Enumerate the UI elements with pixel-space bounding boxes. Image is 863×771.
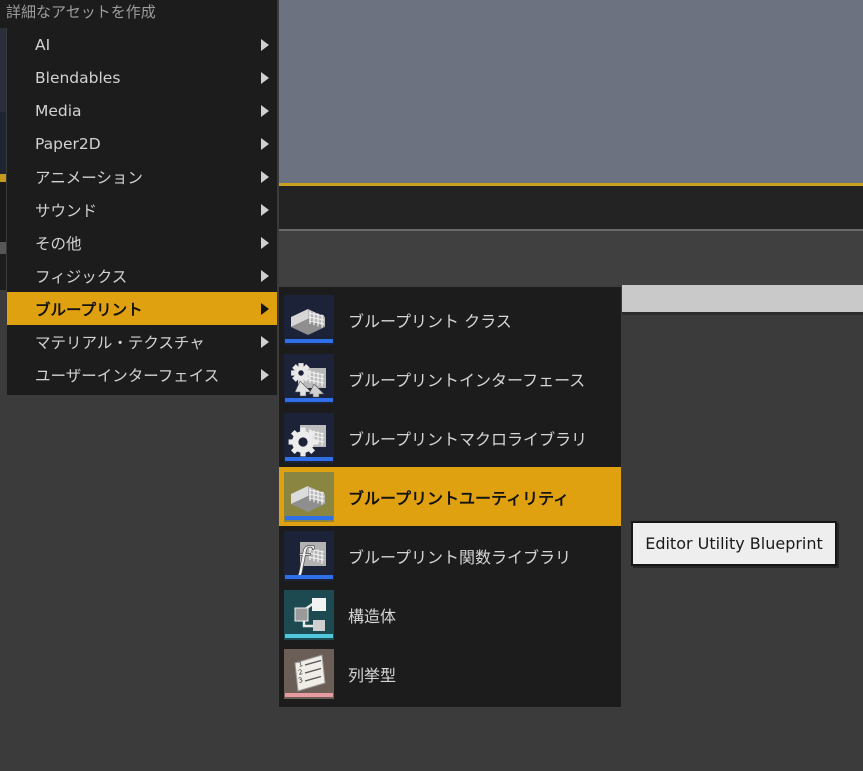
menu-item-9[interactable]: ブループリント — [7, 292, 277, 325]
chevron-right-icon — [261, 269, 269, 282]
submenu-item-2[interactable]: ブループリントインターフェース — [279, 349, 621, 408]
menu-item-1[interactable]: AI — [7, 28, 277, 61]
highlighted-list-row-shadow — [622, 312, 863, 315]
submenu-item-label: ブループリントマクロライブラリ — [348, 429, 588, 449]
chevron-right-icon — [261, 335, 269, 348]
tooltip: Editor Utility Blueprint — [631, 521, 837, 566]
blueprint-function-library-icon: f — [284, 530, 334, 581]
menu-item-11[interactable]: ユーザーインターフェイス — [7, 358, 277, 391]
submenu-item-3[interactable]: ブループリントマクロライブラリ — [279, 408, 621, 467]
enum-icon: 123 — [284, 648, 334, 699]
submenu-item-label: ブループリントユーティリティ — [348, 488, 570, 508]
menu-item-label: サウンド — [35, 201, 98, 220]
chevron-right-icon — [261, 137, 269, 150]
viewport-panel — [279, 0, 863, 183]
icon-accent-bar — [285, 338, 333, 343]
chevron-right-icon — [261, 38, 269, 51]
blueprint-macro-library-icon — [284, 412, 334, 463]
create-advanced-asset-menu[interactable]: 詳細なアセットを作成 AI Blendables Media Paper2D アニメーシ… — [0, 0, 278, 396]
icon-accent-bar — [285, 515, 333, 520]
menu-item-4[interactable]: Paper2D — [7, 127, 277, 160]
menu-item-7[interactable]: その他 — [7, 226, 277, 259]
chevron-right-icon — [261, 104, 269, 117]
icon-accent-bar — [285, 692, 333, 697]
menu-item-label: Media — [35, 101, 82, 120]
menu-item-list: AI Blendables Media Paper2D アニメーション サウンドその他フィ… — [7, 28, 277, 391]
blueprint-utility-icon — [284, 471, 334, 522]
menu-item-5[interactable]: アニメーション — [7, 160, 277, 193]
highlighted-list-row — [622, 285, 863, 312]
menu-item-label: ブループリント — [35, 300, 143, 319]
icon-accent-bar — [285, 456, 333, 461]
menu-item-label: Paper2D — [35, 134, 101, 153]
chevron-right-icon — [261, 71, 269, 84]
menu-heading: 詳細なアセットを作成 — [0, 0, 272, 28]
editor-screen: 詳細なアセットを作成 AI Blendables Media Paper2D アニメーシ… — [0, 0, 863, 771]
icon-accent-bar — [285, 574, 333, 579]
menu-item-3[interactable]: Media — [7, 94, 277, 127]
blueprint-class-icon — [284, 294, 334, 345]
submenu-item-label: ブループリントインターフェース — [348, 370, 586, 390]
submenu-item-4[interactable]: ブループリントユーティリティ — [279, 467, 621, 526]
content-panel — [279, 231, 863, 285]
menu-item-6[interactable]: サウンド — [7, 193, 277, 226]
toolbar-strip — [279, 186, 863, 229]
menu-item-label: マテリアル・テクスチャ — [35, 333, 205, 352]
chevron-right-icon — [261, 203, 269, 216]
menu-item-label: AI — [35, 35, 51, 54]
submenu-item-label: ブループリント クラス — [348, 311, 512, 331]
icon-accent-bar — [285, 633, 333, 638]
menu-item-label: フィジックス — [35, 267, 128, 286]
chevron-right-icon — [261, 302, 269, 315]
submenu-item-5[interactable]: f ブループリント関数ライブラリ — [279, 526, 621, 585]
submenu-item-label: ブループリント関数ライブラリ — [348, 547, 572, 567]
submenu-item-label: 列挙型 — [348, 665, 397, 685]
tooltip-text: Editor Utility Blueprint — [645, 534, 823, 553]
icon-accent-bar — [285, 397, 333, 402]
struct-icon — [284, 589, 334, 640]
submenu-item-label: 構造体 — [348, 606, 397, 626]
submenu-item-list: ブループリント クラスブループリントインターフェース ブループリントマクロライブラ… — [279, 290, 621, 703]
chevron-right-icon — [261, 170, 269, 183]
menu-item-10[interactable]: マテリアル・テクスチャ — [7, 325, 277, 358]
menu-item-label: その他 — [35, 234, 82, 253]
blueprint-submenu[interactable]: ブループリント クラスブループリントインターフェース ブループリントマクロライブラ… — [278, 286, 622, 708]
chevron-right-icon — [261, 236, 269, 249]
menu-item-label: ユーザーインターフェイス — [35, 366, 220, 385]
menu-item-8[interactable]: フィジックス — [7, 259, 277, 292]
menu-item-2[interactable]: Blendables — [7, 61, 277, 94]
submenu-item-7[interactable]: 1 2 3 列挙型 — [279, 644, 621, 703]
menu-item-label: アニメーション — [35, 168, 143, 187]
submenu-item-6[interactable]: 構造体 — [279, 585, 621, 644]
blueprint-interface-icon — [284, 353, 334, 404]
menu-item-label: Blendables — [35, 68, 121, 87]
submenu-item-1[interactable]: ブループリント クラス — [279, 290, 621, 349]
chevron-right-icon — [261, 368, 269, 381]
